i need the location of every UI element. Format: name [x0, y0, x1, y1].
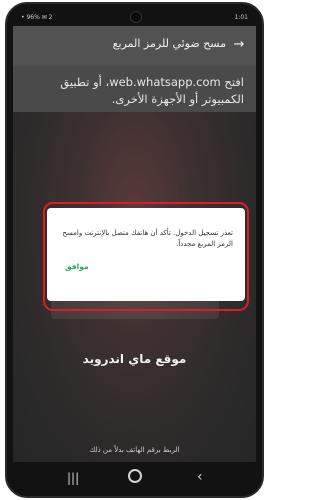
page-title: مسح ضوئي للرمز المربع	[112, 37, 226, 50]
arrow-right-icon[interactable]: →	[232, 38, 246, 52]
status-icons: • 96% ✉ 2	[21, 14, 53, 21]
status-time: 1:01	[234, 14, 248, 21]
watermark-title: موقع ماي اندرويد	[82, 352, 187, 366]
home-icon[interactable]	[128, 469, 142, 483]
back-icon[interactable]: ‹	[197, 469, 203, 485]
app-bar: → مسح ضوئي للرمز المربع	[13, 26, 256, 66]
ok-button[interactable]: موافق	[65, 262, 89, 271]
dialog-message: تعذر تسجيل الدخول. تأكد أن هاتفك متصل با…	[62, 229, 233, 248]
navigation-bar: ||| ‹	[7, 462, 262, 496]
screen: → مسح ضوئي للرمز المربع افتح web.whatsap…	[13, 26, 256, 466]
link-with-phone-number[interactable]: الربط برقم الهاتف بدلاً من ذلك	[13, 446, 256, 454]
error-dialog: تعذر تسجيل الدخول. تأكد أن هاتفك متصل با…	[47, 208, 245, 301]
recents-icon[interactable]: |||	[67, 471, 79, 485]
status-bar: • 96% ✉ 2 1:01	[17, 12, 252, 24]
phone-frame: • 96% ✉ 2 1:01 → مسح ضوئي للرمز المربع ا…	[5, 2, 264, 498]
instructions-text: افتح web.whatsapp.com، أو تطبيق الكمبيوت…	[60, 75, 244, 106]
